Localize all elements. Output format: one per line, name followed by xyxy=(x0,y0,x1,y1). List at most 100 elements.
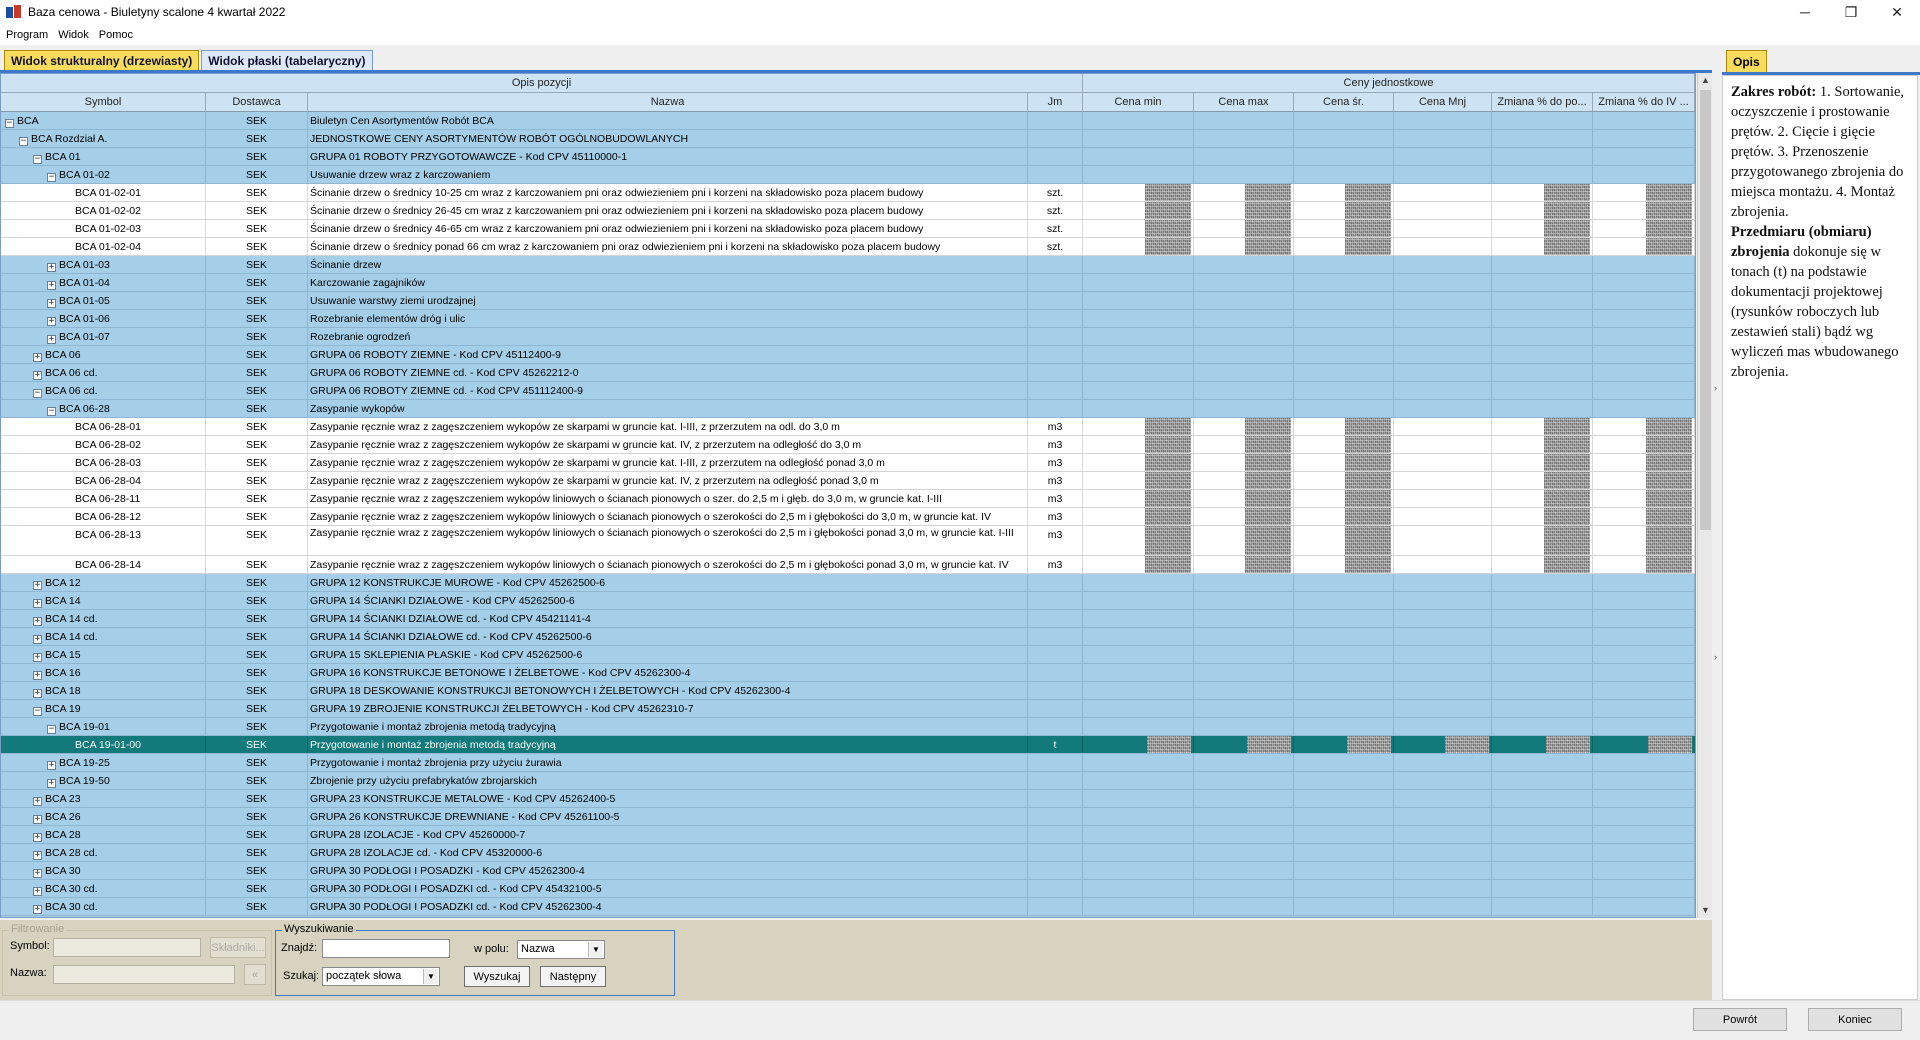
tab-opis[interactable]: Opis xyxy=(1726,50,1767,72)
collapse-icon[interactable]: − xyxy=(47,173,56,182)
table-row[interactable]: + BCA 12 SEK GRUPA 12 KONSTRUKCJE MUROWE - … xyxy=(1,574,1695,592)
table-row[interactable]: + BCA 01-07 SEK Rozebranie ogrodzeń xyxy=(1,328,1695,346)
expand-icon[interactable]: + xyxy=(33,869,42,878)
nastepny-button[interactable]: Następny xyxy=(540,966,606,987)
table-row[interactable]: BCA 01-02-03 SEK Ścinanie drzew o średnicy… xyxy=(1,220,1695,238)
expand-icon[interactable]: + xyxy=(47,281,56,290)
wyszukaj-button[interactable]: Wyszukaj xyxy=(464,966,530,987)
table-row[interactable]: + BCA 01-06 SEK Rozebranie elementów dróg i… xyxy=(1,310,1695,328)
table-row[interactable]: − BCA 01 SEK GRUPA 01 ROBOTY PRZYGOTOWAWCZE… xyxy=(1,148,1695,166)
collapse-icon[interactable]: − xyxy=(5,119,14,128)
table-row[interactable]: + BCA 26 SEK GRUPA 26 KONSTRUKCJE DREWNIANE… xyxy=(1,808,1695,826)
table-row[interactable]: BCA 19-01-00 SEK Przygotowanie i montaż zb… xyxy=(1,736,1695,754)
table-row[interactable]: BCA 06-28-13 SEK Zasypanie ręcznie wraz z … xyxy=(1,526,1695,556)
table-row[interactable]: BCA 01-02-04 SEK Ścinanie drzew o średnicy… xyxy=(1,238,1695,256)
expand-icon[interactable]: + xyxy=(33,833,42,842)
col-header-zmiana-po[interactable]: Zmiana % do po... xyxy=(1492,93,1593,112)
col-header-zmiana-iv[interactable]: Zmiana % do IV ... xyxy=(1593,93,1695,112)
table-row[interactable]: + BCA 30 SEK GRUPA 30 PODŁOGI I POSADZKI - … xyxy=(1,862,1695,880)
table-row[interactable]: − BCA 01-02 SEK Usuwanie drzew wraz z karcz… xyxy=(1,166,1695,184)
symbol-filter-input[interactable] xyxy=(53,938,201,957)
expand-icon[interactable]: + xyxy=(47,761,56,770)
table-row[interactable]: − BCA 06 cd. SEK GRUPA 06 ROBOTY ZIEMNE cd.… xyxy=(1,382,1695,400)
tab-flat-view[interactable]: Widok płaski (tabelaryczny) xyxy=(201,50,373,70)
table-row[interactable]: + BCA 18 SEK GRUPA 18 DESKOWANIE KONSTRUKCJ… xyxy=(1,682,1695,700)
scroll-down-icon[interactable]: ▼ xyxy=(1698,903,1713,918)
table-row[interactable]: + BCA 06 SEK GRUPA 06 ROBOTY ZIEMNE - Kod C… xyxy=(1,346,1695,364)
collapse-icon[interactable]: − xyxy=(47,407,56,416)
table-row[interactable]: BCA 06-28-01 SEK Zasypanie ręcznie wraz z … xyxy=(1,418,1695,436)
nazwa-filter-input[interactable] xyxy=(53,965,235,984)
col-header-nazwa[interactable]: Nazwa xyxy=(308,93,1028,112)
table-row[interactable]: + BCA 23 SEK GRUPA 23 KONSTRUKCJE METALOWE … xyxy=(1,790,1695,808)
table-row[interactable]: + BCA 14 cd. SEK GRUPA 14 ŚCIANKI DZIAŁOWE … xyxy=(1,610,1695,628)
close-button[interactable]: ✕ xyxy=(1874,0,1920,24)
expand-icon[interactable]: + xyxy=(33,617,42,626)
skladniki-button[interactable]: Składniki... xyxy=(210,937,266,958)
table-row[interactable]: + BCA 19-50 SEK Zbrojenie przy użyciu prefa… xyxy=(1,772,1695,790)
table-row[interactable]: BCA 06-28-11 SEK Zasypanie ręcznie wraz z … xyxy=(1,490,1695,508)
expand-icon[interactable]: + xyxy=(47,263,56,272)
expand-icon[interactable]: + xyxy=(33,905,42,914)
minimize-button[interactable]: ─ xyxy=(1782,0,1828,24)
koniec-button[interactable]: Koniec xyxy=(1808,1008,1902,1031)
table-row[interactable]: BCA 06-28-03 SEK Zasypanie ręcznie wraz z … xyxy=(1,454,1695,472)
search-input[interactable] xyxy=(322,939,450,958)
table-row[interactable]: + BCA 16 SEK GRUPA 16 KONSTRUKCJE BETONOWE … xyxy=(1,664,1695,682)
expand-icon[interactable]: + xyxy=(47,317,56,326)
col-header-cena-max[interactable]: Cena max xyxy=(1194,93,1294,112)
table-row[interactable]: BCA 01-02-02 SEK Ścinanie drzew o średnicy… xyxy=(1,202,1695,220)
table-row[interactable]: BCA 06-28-14 SEK Zasypanie ręcznie wraz z … xyxy=(1,556,1695,574)
expand-icon[interactable]: + xyxy=(47,299,56,308)
menu-pomoc[interactable]: Pomoc xyxy=(99,29,133,41)
panel-splitter-arrow-icon[interactable]: › xyxy=(1714,383,1720,395)
table-row[interactable]: + BCA 14 cd. SEK GRUPA 14 ŚCIANKI DZIAŁOWE … xyxy=(1,628,1695,646)
col-header-jm[interactable]: Jm xyxy=(1028,93,1083,112)
menu-program[interactable]: Program xyxy=(6,29,48,41)
expand-icon[interactable]: + xyxy=(33,353,42,362)
tab-structural-view[interactable]: Widok strukturalny (drzewiasty) xyxy=(4,50,200,70)
col-header-dostawca[interactable]: Dostawca xyxy=(206,93,308,112)
expand-icon[interactable]: + xyxy=(33,599,42,608)
table-row[interactable]: + BCA 19-25 SEK Przygotowanie i montaż zbro… xyxy=(1,754,1695,772)
table-row[interactable]: + BCA 15 SEK GRUPA 15 SKLEPIENIA PŁASKIE - … xyxy=(1,646,1695,664)
collapse-icon[interactable]: − xyxy=(47,725,56,734)
table-row[interactable]: + BCA 01-05 SEK Usuwanie warstwy ziemi urod… xyxy=(1,292,1695,310)
expand-icon[interactable]: + xyxy=(33,815,42,824)
scroll-thumb[interactable] xyxy=(1700,90,1711,530)
powrot-button[interactable]: Powrót xyxy=(1693,1008,1787,1031)
collapse-icon[interactable]: − xyxy=(33,155,42,164)
col-header-symbol[interactable]: Symbol xyxy=(1,93,206,112)
expand-icon[interactable]: + xyxy=(33,653,42,662)
expand-icon[interactable]: + xyxy=(33,851,42,860)
table-row[interactable]: BCA 06-28-12 SEK Zasypanie ręcznie wraz z … xyxy=(1,508,1695,526)
table-row[interactable]: − BCA Rozdział A. SEK JEDNOSTKOWE CENY ASOR… xyxy=(1,130,1695,148)
scroll-up-icon[interactable]: ▲ xyxy=(1698,73,1713,88)
table-row[interactable]: + BCA 30 cd. SEK GRUPA 30 PODŁOGI I POSADZK… xyxy=(1,898,1695,916)
collapse-icon[interactable]: − xyxy=(19,137,28,146)
col-header-cena-min[interactable]: Cena min xyxy=(1083,93,1194,112)
expand-icon[interactable]: + xyxy=(33,887,42,896)
table-row[interactable]: BCA 06-28-04 SEK Zasypanie ręcznie wraz z … xyxy=(1,472,1695,490)
table-row[interactable]: + BCA 06 cd. SEK GRUPA 06 ROBOTY ZIEMNE cd.… xyxy=(1,364,1695,382)
table-row[interactable]: − BCA SEK Biuletyn Cen Asortymentów Robót B… xyxy=(1,112,1695,130)
expand-icon[interactable]: + xyxy=(33,581,42,590)
table-row[interactable]: + BCA 01-04 SEK Karczowanie zagajników xyxy=(1,274,1695,292)
expand-icon[interactable]: + xyxy=(47,335,56,344)
table-row[interactable]: − BCA 06-28 SEK Zasypanie wykopów xyxy=(1,400,1695,418)
clear-filter-button[interactable]: « xyxy=(244,964,266,985)
menu-widok[interactable]: Widok xyxy=(58,29,89,41)
expand-icon[interactable]: + xyxy=(33,635,42,644)
table-row[interactable]: − BCA 19-01 SEK Przygotowanie i montaż zbro… xyxy=(1,718,1695,736)
collapse-icon[interactable]: − xyxy=(33,707,42,716)
panel-splitter-arrow-icon[interactable]: › xyxy=(1714,652,1720,664)
table-row[interactable]: − BCA 19 SEK GRUPA 19 ZBROJENIE KONSTRUKCJI… xyxy=(1,700,1695,718)
table-row[interactable]: + BCA 28 cd. SEK GRUPA 28 IZOLACJE cd. - Ko… xyxy=(1,844,1695,862)
table-row[interactable]: BCA 06-28-02 SEK Zasypanie ręcznie wraz z … xyxy=(1,436,1695,454)
expand-icon[interactable]: + xyxy=(33,371,42,380)
search-mode-select[interactable]: początek słowa ▼ xyxy=(322,967,440,986)
expand-icon[interactable]: + xyxy=(33,689,42,698)
col-header-cena-mnj[interactable]: Cena Mnj xyxy=(1394,93,1492,112)
table-row[interactable]: + BCA 01-03 SEK Ścinanie drzew xyxy=(1,256,1695,274)
table-row[interactable]: + BCA 28 SEK GRUPA 28 IZOLACJE - Kod CPV 45… xyxy=(1,826,1695,844)
